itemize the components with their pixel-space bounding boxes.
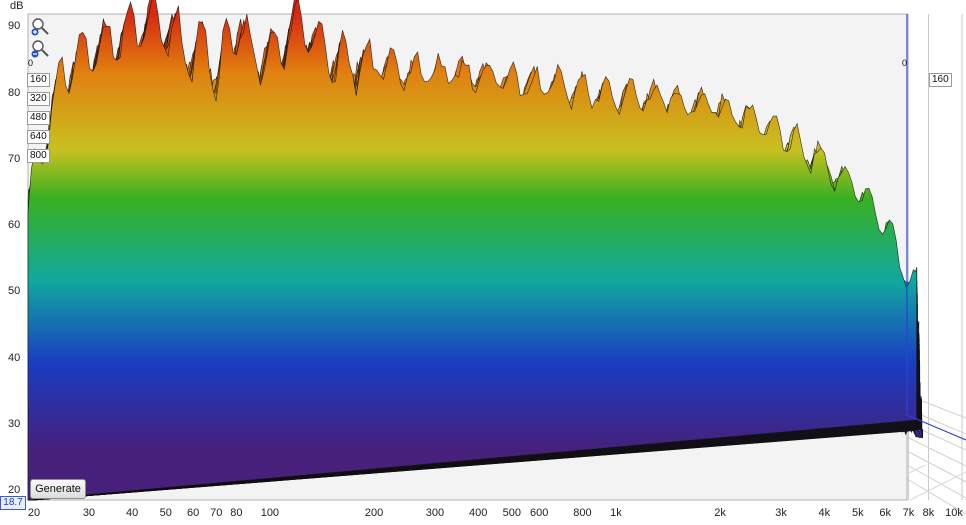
x-tick-label: 20: [27, 507, 41, 519]
x-tick-label: 30: [82, 507, 96, 519]
y-tick-label: 70: [8, 152, 21, 165]
time-tick-label: 320: [27, 92, 50, 106]
floor-value-box[interactable]: 18.7: [0, 496, 26, 510]
x-tick-label: 40: [126, 507, 139, 519]
y-tick-label: 90: [8, 20, 21, 33]
y-unit-label: dB: [10, 0, 24, 12]
x-tick-label: 50: [159, 507, 172, 519]
x-tick-label: 3k: [775, 507, 787, 519]
x-tick-label: 200: [364, 507, 384, 519]
y-tick-label: 50: [8, 285, 21, 298]
x-tick-label: 10k: [945, 507, 963, 519]
y-tick-label: 80: [8, 86, 21, 99]
x-tick-label: 80: [230, 507, 243, 519]
time-tick-label: 480: [27, 111, 50, 125]
x-tick-label: 800: [573, 507, 592, 519]
x-tick-label: 1k: [610, 507, 622, 519]
time-tick-label: 160: [27, 73, 50, 87]
x-tick-label: 500: [502, 507, 521, 519]
x-tick-label: 4k: [818, 507, 831, 519]
time-tick-label: 800: [27, 149, 50, 163]
x-tick-label: 300: [425, 507, 445, 519]
x-tick-label: 600: [529, 507, 549, 519]
x-tick-label: 2k: [714, 507, 726, 519]
x-tick-label: 8k: [922, 507, 935, 519]
time-tick-label: 0: [28, 58, 34, 68]
x-tick-label: 7k: [902, 507, 915, 519]
y-tick-label: 20: [8, 484, 21, 497]
zoom-in-icon[interactable]: [30, 16, 50, 36]
x-tick-label: 6k: [879, 507, 892, 519]
x-tick-label: 70: [210, 507, 223, 519]
waterfall-plot[interactable]: [0, 0, 966, 525]
x-tick-label: 60: [186, 507, 200, 519]
x-tick-label: 5k: [852, 507, 864, 519]
time-tick-label: 640: [27, 130, 50, 144]
y-tick-label: 30: [8, 418, 21, 431]
x-tick-label: 400: [469, 507, 488, 519]
generate-button[interactable]: Generate: [30, 479, 86, 499]
zoom-out-icon[interactable]: [30, 38, 50, 58]
y-tick-label: 60: [8, 219, 21, 232]
time-tick-label: 0: [902, 58, 908, 68]
y-tick-label: 40: [8, 351, 21, 364]
time-tick-label: 160: [929, 73, 952, 87]
x-tick-label: 100: [260, 507, 280, 519]
